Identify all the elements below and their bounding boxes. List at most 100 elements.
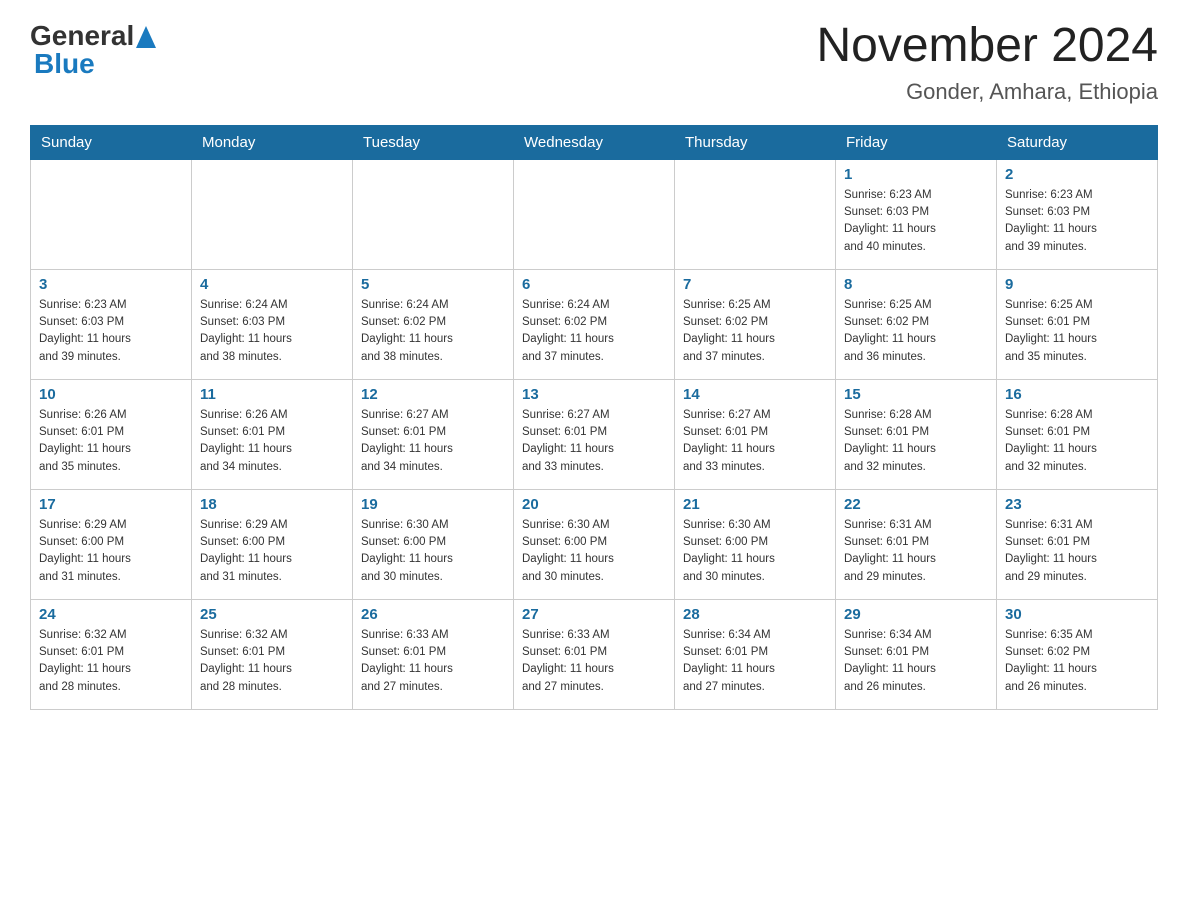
day-info: Sunrise: 6:25 AMSunset: 6:02 PMDaylight:…: [683, 297, 827, 366]
week-row-5: 24 Sunrise: 6:32 AMSunset: 6:01 PMDayligh…: [31, 599, 1158, 709]
week-row-1: 1 Sunrise: 6:23 AMSunset: 6:03 PMDaylight…: [31, 159, 1158, 269]
day-info: Sunrise: 6:27 AMSunset: 6:01 PMDaylight:…: [361, 407, 505, 476]
day-number: 6: [522, 276, 666, 293]
day-number: 21: [683, 496, 827, 513]
day-cell: 21 Sunrise: 6:30 AMSunset: 6:00 PMDayligh…: [675, 489, 836, 599]
week-row-3: 10 Sunrise: 6:26 AMSunset: 6:01 PMDayligh…: [31, 379, 1158, 489]
header-tuesday: Tuesday: [353, 125, 514, 159]
day-number: 4: [200, 276, 344, 293]
logo-blue-text: Blue: [34, 48, 95, 80]
day-cell: 30Sunrise: 6:35 AMSunset: 6:02 PMDayligh…: [997, 599, 1158, 709]
page-header: General Blue November 2024 Gonder, Amhar…: [30, 20, 1158, 105]
day-number: 3: [39, 276, 183, 293]
day-number: 23: [1005, 496, 1149, 513]
day-cell: 18 Sunrise: 6:29 AMSunset: 6:00 PMDayligh…: [192, 489, 353, 599]
day-cell: 29Sunrise: 6:34 AMSunset: 6:01 PMDayligh…: [836, 599, 997, 709]
day-number: 20: [522, 496, 666, 513]
header-thursday: Thursday: [675, 125, 836, 159]
day-info: Sunrise: 6:33 AMSunset: 6:01 PMDaylight:…: [361, 627, 505, 696]
day-number: 26: [361, 606, 505, 623]
day-number: 10: [39, 386, 183, 403]
day-number: 13: [522, 386, 666, 403]
day-info: Sunrise: 6:23 AMSunset: 6:03 PMDaylight:…: [844, 187, 988, 256]
day-info: Sunrise: 6:30 AMSunset: 6:00 PMDaylight:…: [522, 517, 666, 586]
day-number: 19: [361, 496, 505, 513]
day-info: Sunrise: 6:25 AMSunset: 6:01 PMDaylight:…: [1005, 297, 1149, 366]
day-info: Sunrise: 6:34 AMSunset: 6:01 PMDaylight:…: [683, 627, 827, 696]
day-info: Sunrise: 6:28 AMSunset: 6:01 PMDaylight:…: [844, 407, 988, 476]
day-info: Sunrise: 6:34 AMSunset: 6:01 PMDaylight:…: [844, 627, 988, 696]
day-number: 5: [361, 276, 505, 293]
day-info: Sunrise: 6:26 AMSunset: 6:01 PMDaylight:…: [200, 407, 344, 476]
calendar-subtitle: Gonder, Amhara, Ethiopia: [816, 79, 1158, 105]
day-info: Sunrise: 6:24 AMSunset: 6:02 PMDaylight:…: [522, 297, 666, 366]
day-number: 22: [844, 496, 988, 513]
header-sunday: Sunday: [31, 125, 192, 159]
day-cell: 16 Sunrise: 6:28 AMSunset: 6:01 PMDayligh…: [997, 379, 1158, 489]
day-info: Sunrise: 6:23 AMSunset: 6:03 PMDaylight:…: [1005, 187, 1149, 256]
day-info: Sunrise: 6:23 AMSunset: 6:03 PMDaylight:…: [39, 297, 183, 366]
day-cell: 5 Sunrise: 6:24 AMSunset: 6:02 PMDaylight…: [353, 269, 514, 379]
header-saturday: Saturday: [997, 125, 1158, 159]
day-number: 16: [1005, 386, 1149, 403]
day-cell: 17Sunrise: 6:29 AMSunset: 6:00 PMDayligh…: [31, 489, 192, 599]
day-info: Sunrise: 6:24 AMSunset: 6:02 PMDaylight:…: [361, 297, 505, 366]
day-info: Sunrise: 6:28 AMSunset: 6:01 PMDaylight:…: [1005, 407, 1149, 476]
day-number: 17: [39, 496, 183, 513]
week-row-4: 17 Sunrise: 6:29 AMSunset: 6:00 PMDayligh…: [31, 489, 1158, 599]
day-cell: 6 Sunrise: 6:24 AMSunset: 6:02 PMDaylight…: [514, 269, 675, 379]
day-cell: 20 Sunrise: 6:30 AMSunset: 6:00 PMDayligh…: [514, 489, 675, 599]
calendar-header-row: Sunday Monday Tuesday Wednesday Thursday…: [31, 125, 1158, 159]
logo: General Blue: [30, 20, 156, 80]
day-cell: 11Sunrise: 6:26 AMSunset: 6:01 PMDayligh…: [192, 379, 353, 489]
day-cell: 15 Sunrise: 6:28 AMSunset: 6:01 PMDayligh…: [836, 379, 997, 489]
day-cell: 26 Sunrise: 6:33 AMSunset: 6:01 PMDayligh…: [353, 599, 514, 709]
day-cell: [353, 159, 514, 269]
day-number: 24: [39, 606, 183, 623]
day-number: 1: [844, 166, 988, 183]
day-cell: 24 Sunrise: 6:32 AMSunset: 6:01 PMDayligh…: [31, 599, 192, 709]
day-cell: [514, 159, 675, 269]
day-cell: 9 Sunrise: 6:25 AMSunset: 6:01 PMDaylight…: [997, 269, 1158, 379]
day-info: Sunrise: 6:33 AMSunset: 6:01 PMDaylight:…: [522, 627, 666, 696]
day-cell: 25 Sunrise: 6:32 AMSunset: 6:01 PMDayligh…: [192, 599, 353, 709]
day-cell: [31, 159, 192, 269]
day-info: Sunrise: 6:30 AMSunset: 6:00 PMDaylight:…: [683, 517, 827, 586]
day-info: Sunrise: 6:30 AMSunset: 6:00 PMDaylight:…: [361, 517, 505, 586]
title-block: November 2024 Gonder, Amhara, Ethiopia: [816, 20, 1158, 105]
day-cell: 23Sunrise: 6:31 AMSunset: 6:01 PMDayligh…: [997, 489, 1158, 599]
day-cell: 12Sunrise: 6:27 AMSunset: 6:01 PMDayligh…: [353, 379, 514, 489]
day-cell: 8 Sunrise: 6:25 AMSunset: 6:02 PMDaylight…: [836, 269, 997, 379]
day-cell: [192, 159, 353, 269]
day-info: Sunrise: 6:35 AMSunset: 6:02 PMDaylight:…: [1005, 627, 1149, 696]
day-info: Sunrise: 6:26 AMSunset: 6:01 PMDaylight:…: [39, 407, 183, 476]
day-cell: [675, 159, 836, 269]
day-number: 27: [522, 606, 666, 623]
day-cell: 19 Sunrise: 6:30 AMSunset: 6:00 PMDayligh…: [353, 489, 514, 599]
day-info: Sunrise: 6:32 AMSunset: 6:01 PMDaylight:…: [200, 627, 344, 696]
day-cell: 10 Sunrise: 6:26 AMSunset: 6:01 PMDayligh…: [31, 379, 192, 489]
day-info: Sunrise: 6:31 AMSunset: 6:01 PMDaylight:…: [844, 517, 988, 586]
day-info: Sunrise: 6:29 AMSunset: 6:00 PMDaylight:…: [200, 517, 344, 586]
day-number: 9: [1005, 276, 1149, 293]
day-number: 14: [683, 386, 827, 403]
day-cell: 7Sunrise: 6:25 AMSunset: 6:02 PMDaylight…: [675, 269, 836, 379]
day-info: Sunrise: 6:25 AMSunset: 6:02 PMDaylight:…: [844, 297, 988, 366]
day-cell: 4Sunrise: 6:24 AMSunset: 6:03 PMDaylight…: [192, 269, 353, 379]
day-cell: 22 Sunrise: 6:31 AMSunset: 6:01 PMDayligh…: [836, 489, 997, 599]
day-number: 8: [844, 276, 988, 293]
day-info: Sunrise: 6:32 AMSunset: 6:01 PMDaylight:…: [39, 627, 183, 696]
day-cell: 2 Sunrise: 6:23 AMSunset: 6:03 PMDaylight…: [997, 159, 1158, 269]
day-number: 18: [200, 496, 344, 513]
day-cell: 13Sunrise: 6:27 AMSunset: 6:01 PMDayligh…: [514, 379, 675, 489]
week-row-2: 3 Sunrise: 6:23 AMSunset: 6:03 PMDaylight…: [31, 269, 1158, 379]
day-number: 28: [683, 606, 827, 623]
header-monday: Monday: [192, 125, 353, 159]
calendar-title: November 2024: [816, 20, 1158, 73]
day-cell: 14Sunrise: 6:27 AMSunset: 6:01 PMDayligh…: [675, 379, 836, 489]
day-number: 2: [1005, 166, 1149, 183]
day-number: 25: [200, 606, 344, 623]
day-number: 15: [844, 386, 988, 403]
day-cell: 3 Sunrise: 6:23 AMSunset: 6:03 PMDaylight…: [31, 269, 192, 379]
day-cell: 28 Sunrise: 6:34 AMSunset: 6:01 PMDayligh…: [675, 599, 836, 709]
